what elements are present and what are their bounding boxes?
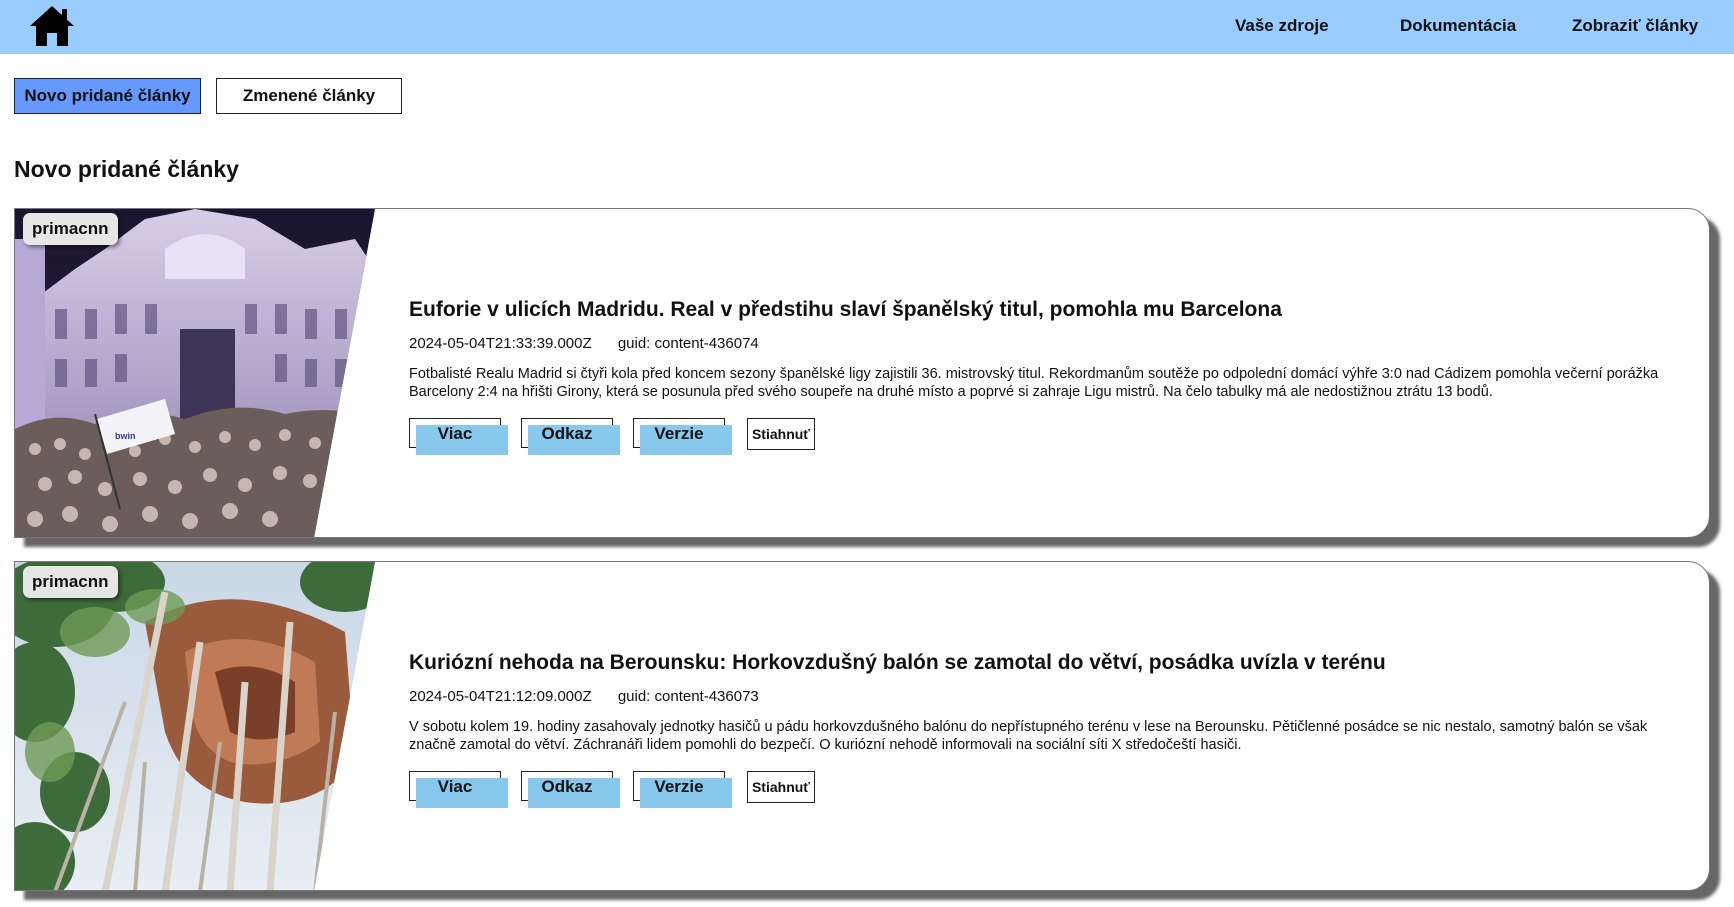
article-image: bwin [15,209,375,537]
top-bar: Vaše zdroje Dokumentácia Zobraziť články [0,0,1734,54]
nav-link-sources[interactable]: Vaše zdroje [1235,16,1329,36]
link-button[interactable]: Odkaz [521,418,620,455]
article-description: Fotbalisté Realu Madrid si čtyři kola př… [409,366,1659,400]
versions-button-label: Verzie [654,777,704,796]
article-date: 2024-05-04T21:33:39.000Z [409,335,592,352]
link-button-label: Odkaz [541,424,593,443]
home-icon[interactable] [28,4,76,48]
article-title: Kuriózní nehoda na Berounsku: Horkovzduš… [409,651,1386,674]
link-button-label: Odkaz [541,777,593,796]
article-actions: Viac Odkaz Verzie Stiahnuť [409,771,1689,808]
article-guid: guid: content-436073 [617,688,759,705]
article-meta: 2024-05-04T21:33:39.000Z guid: content-4… [409,335,1689,355]
more-button-label: Viac [437,777,473,796]
download-button[interactable]: Stiahnuť [747,771,815,803]
article-title: Euforie v ulicích Madridu. Real v předst… [409,298,1282,321]
tab-new-articles[interactable]: Novo pridané články [14,78,201,114]
versions-button[interactable]: Verzie [633,771,732,808]
article-card: bwin primacnn Euforie v ulicích Madridu.… [14,208,1710,538]
article-description: V sobotu kolem 19. hodiny zasahovaly jed… [409,719,1648,753]
article-meta: 2024-05-04T21:12:09.000Z guid: content-4… [409,688,1689,708]
versions-button-label: Verzie [654,424,704,443]
source-badge: primacnn [23,566,118,598]
more-button[interactable]: Viac [409,418,508,455]
download-button[interactable]: Stiahnuť [747,418,815,450]
article-body: Kuriózní nehoda na Berounsku: Horkovzduš… [409,650,1689,808]
article-actions: Viac Odkaz Verzie Stiahnuť [409,418,1689,455]
article-body: Euforie v ulicích Madridu. Real v předst… [409,297,1689,455]
nav-link-show-articles[interactable]: Zobraziť články [1572,16,1698,36]
source-badge: primacnn [23,213,118,245]
more-button-label: Viac [437,424,473,443]
section-title: Novo pridané články [14,156,239,182]
tab-changed-articles[interactable]: Zmenené články [216,78,402,114]
more-button[interactable]: Viac [409,771,508,808]
article-date: 2024-05-04T21:12:09.000Z [409,688,592,705]
versions-button[interactable]: Verzie [633,418,732,455]
article-card: primacnn Kuriózní nehoda na Berounsku: H… [14,561,1710,891]
nav-link-documentation[interactable]: Dokumentácia [1400,16,1516,36]
flag-text: bwin [115,431,136,441]
article-image [15,562,375,890]
link-button[interactable]: Odkaz [521,771,620,808]
article-guid: guid: content-436074 [617,335,759,352]
